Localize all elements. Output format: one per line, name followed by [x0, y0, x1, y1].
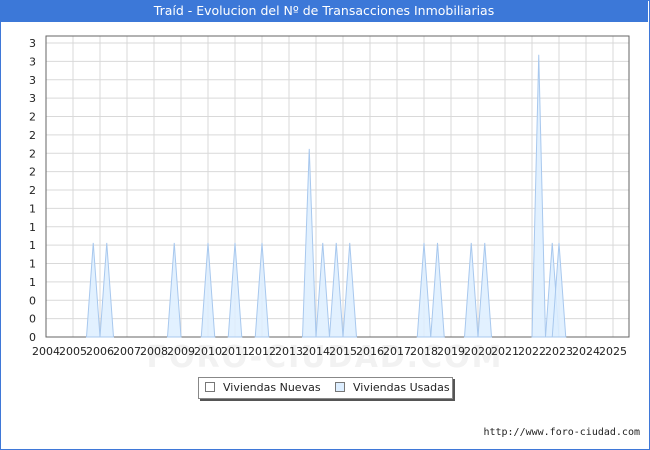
x-tick-label: 2004: [32, 345, 60, 358]
x-tick-label: 2013: [275, 345, 303, 358]
x-tick-label: 2022: [518, 345, 546, 358]
y-tick-label: 0: [29, 313, 36, 326]
x-tick-label: 2016: [356, 345, 384, 358]
x-tick-label: 2020: [464, 345, 492, 358]
y-tick-label: 1: [29, 221, 36, 234]
legend-label-usadas: Viviendas Usadas: [353, 381, 450, 394]
y-tick-label: 2: [29, 166, 36, 179]
x-tick-label: 2024: [572, 345, 600, 358]
x-tick-label: 2015: [329, 345, 357, 358]
x-tick-label: 2011: [221, 345, 249, 358]
x-tick-label: 2019: [437, 345, 465, 358]
legend: Viviendas Nuevas Viviendas Usadas: [198, 377, 453, 399]
x-tick-label: 2021: [491, 345, 519, 358]
x-tick-label: 2023: [545, 345, 573, 358]
y-tick-label: 1: [29, 202, 36, 215]
x-tick-label: 2006: [86, 345, 114, 358]
y-tick-label: 0: [29, 331, 36, 344]
y-tick-label: 2: [29, 184, 36, 197]
y-tick-label: 0: [29, 294, 36, 307]
y-tick-label: 3: [29, 92, 36, 105]
y-tick-label: 1: [29, 258, 36, 271]
y-tick-label: 2: [29, 147, 36, 160]
x-tick-label: 2007: [113, 345, 141, 358]
x-tick-label: 2017: [383, 345, 411, 358]
x-tick-label: 2014: [302, 345, 330, 358]
legend-item-usadas: Viviendas Usadas: [335, 381, 450, 395]
y-tick-label: 2: [29, 129, 36, 142]
y-tick-label: 3: [29, 37, 36, 50]
x-tick-label: 2012: [248, 345, 276, 358]
x-tick-label: 2008: [140, 345, 168, 358]
x-tick-label: 2005: [59, 345, 87, 358]
x-tick-label: 2009: [167, 345, 195, 358]
x-tick-label: 2010: [194, 345, 222, 358]
y-tick-label: 3: [29, 55, 36, 68]
x-tick-label: 2025: [599, 345, 627, 358]
legend-item-nuevas: Viviendas Nuevas: [205, 381, 321, 395]
y-tick-label: 3: [29, 74, 36, 87]
legend-swatch-usadas: [335, 382, 345, 392]
y-tick-label: 1: [29, 239, 36, 252]
legend-label-nuevas: Viviendas Nuevas: [223, 381, 321, 394]
source-link[interactable]: http://www.foro-ciudad.com: [483, 427, 640, 438]
x-tick-label: 2018: [410, 345, 438, 358]
y-tick-label: 1: [29, 276, 36, 289]
y-tick-label: 2: [29, 111, 36, 124]
legend-swatch-nuevas: [205, 382, 215, 392]
